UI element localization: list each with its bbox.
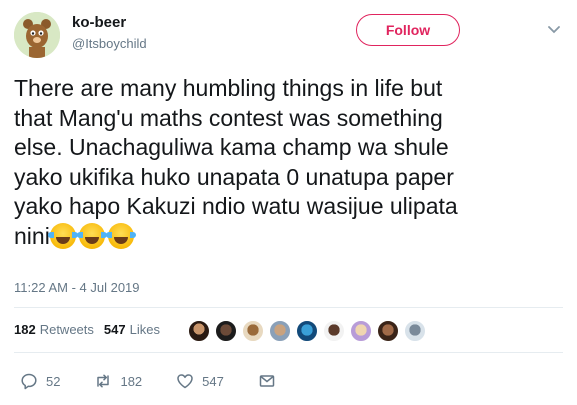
like-button[interactable]: 547 (176, 372, 224, 390)
liker-avatar[interactable] (188, 320, 210, 342)
divider (14, 307, 563, 308)
chevron-down-icon[interactable] (548, 26, 560, 34)
liker-avatar[interactable] (323, 320, 345, 342)
direct-message-button[interactable] (258, 372, 284, 390)
heart-icon (177, 374, 193, 389)
liker-avatar[interactable] (242, 320, 264, 342)
tweet-actions: 52 182 547 (20, 372, 318, 390)
liker-avatar[interactable] (269, 320, 291, 342)
reply-button[interactable]: 52 (20, 372, 60, 390)
reply-icon (21, 373, 37, 390)
retweets-stat[interactable]: 182 Retweets (14, 322, 94, 337)
follow-button[interactable]: Follow (356, 14, 460, 46)
emoji-group (47, 222, 137, 249)
tweet-timestamp[interactable]: 11:22 AM - 4 Jul 2019 (14, 280, 140, 295)
likes-label: Likes (129, 322, 160, 337)
retweet-icon (97, 374, 110, 388)
likes-count: 547 (103, 322, 126, 337)
display-name[interactable]: ko-beer (72, 14, 126, 31)
face-with-tears-of-joy-icon (105, 222, 136, 249)
tweet-stats: 182 Retweets 547 Likes (14, 322, 170, 337)
liker-avatar[interactable] (350, 320, 372, 342)
liker-avatar[interactable] (215, 320, 237, 342)
user-avatar[interactable] (14, 12, 60, 58)
liker-avatar[interactable] (404, 320, 426, 342)
retweets-label: Retweets (39, 322, 94, 337)
liker-avatar[interactable] (296, 320, 318, 342)
divider (14, 352, 563, 353)
liker-avatars (188, 320, 431, 342)
likes-stat[interactable]: 547 Likes (104, 322, 160, 337)
retweets-count: 182 (14, 322, 36, 337)
face-with-tears-of-joy-icon (47, 222, 78, 249)
retweet-button[interactable]: 182 (94, 372, 142, 390)
face-with-tears-of-joy-icon (76, 222, 107, 249)
envelope-icon (259, 375, 275, 387)
like-count: 547 (202, 373, 224, 389)
user-handle[interactable]: @Itsboychild (72, 36, 147, 51)
tweet-text: There are many humbling things in life b… (14, 74, 570, 251)
reply-count: 52 (46, 373, 61, 389)
liker-avatar[interactable] (377, 320, 399, 342)
retweet-count: 182 (120, 373, 143, 389)
